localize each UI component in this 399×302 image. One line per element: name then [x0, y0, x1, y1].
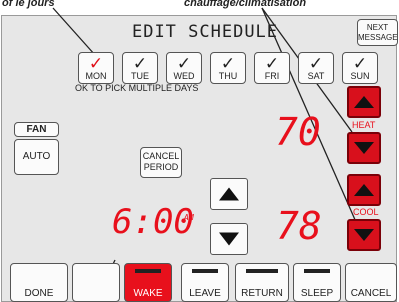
cancel-button[interactable]: CANCEL [345, 263, 397, 302]
cool-down-button[interactable] [347, 219, 381, 251]
fan-label-box: FAN [14, 122, 59, 137]
next-message-button[interactable]: NEXT MESSAGE [357, 19, 398, 46]
day-button-sat[interactable]: ✓ SAT [298, 52, 334, 84]
heat-setpoint-display: 70 [275, 110, 321, 154]
day-button-fri[interactable]: ✓ FRI [254, 52, 290, 84]
period-bar-icon [246, 269, 278, 273]
heat-up-button[interactable] [347, 86, 381, 118]
return-label: RETURN [241, 288, 283, 299]
day-button-mon[interactable]: ✓ MON [78, 52, 114, 84]
sleep-label: SLEEP [300, 288, 334, 299]
period-bar-icon [192, 269, 218, 273]
day-label: SAT [307, 71, 325, 81]
cancel-period-button[interactable]: CANCEL PERIOD [140, 147, 182, 178]
day-label: SUN [350, 71, 370, 81]
day-button-tue[interactable]: ✓ TUE [122, 52, 158, 84]
heat-label: HEAT [352, 120, 376, 130]
day-button-sun[interactable]: ✓ SUN [342, 52, 378, 84]
heat-down-button[interactable] [347, 132, 381, 164]
period-bar-icon [304, 269, 330, 273]
triangle-down-icon [354, 229, 374, 241]
triangle-up-icon [219, 187, 239, 201]
day-label: THU [218, 71, 238, 81]
day-label: MON [85, 71, 107, 81]
day-label: WED [173, 71, 195, 81]
wake-period-button[interactable]: WAKE [124, 263, 172, 302]
page-title: EDIT SCHEDULE [131, 22, 279, 42]
callout-leader-lines [52, 7, 357, 302]
day-button-thu[interactable]: ✓ THU [210, 52, 246, 84]
fan-mode-value: AUTO [22, 151, 51, 162]
sleep-period-button[interactable]: SLEEP [293, 263, 341, 302]
time-display: 6:00 [112, 202, 194, 242]
triangle-down-icon [354, 142, 374, 154]
fan-mode-button[interactable]: AUTO [14, 139, 59, 175]
cool-up-button[interactable] [347, 174, 381, 206]
time-down-button[interactable] [210, 223, 248, 255]
blank-button[interactable] [72, 263, 120, 302]
cool-setpoint-display: 78 [276, 204, 322, 248]
triangle-up-icon [354, 184, 374, 196]
leave-label: LEAVE [189, 288, 221, 299]
fan-label: FAN [26, 124, 47, 135]
time-am-pm: AM [184, 213, 194, 222]
cancel-label: CANCEL [350, 288, 392, 299]
cool-label: COOL [353, 207, 379, 217]
return-period-button[interactable]: RETURN [235, 263, 289, 302]
triangle-down-icon [219, 232, 239, 246]
done-label: DONE [24, 288, 54, 299]
leave-period-button[interactable]: LEAVE [181, 263, 229, 302]
day-label: TUE [131, 71, 149, 81]
time-up-button[interactable] [210, 178, 248, 210]
cancel-period-label: CANCEL PERIOD [142, 151, 180, 172]
period-bar-icon [135, 269, 161, 273]
wake-label: WAKE [133, 288, 163, 299]
multi-days-note: OK TO PICK MULTIPLE DAYS [75, 83, 199, 93]
done-button[interactable]: DONE [10, 263, 68, 302]
triangle-up-icon [354, 96, 374, 108]
day-label: FRI [264, 71, 280, 81]
day-button-wed[interactable]: ✓ WED [166, 52, 202, 84]
